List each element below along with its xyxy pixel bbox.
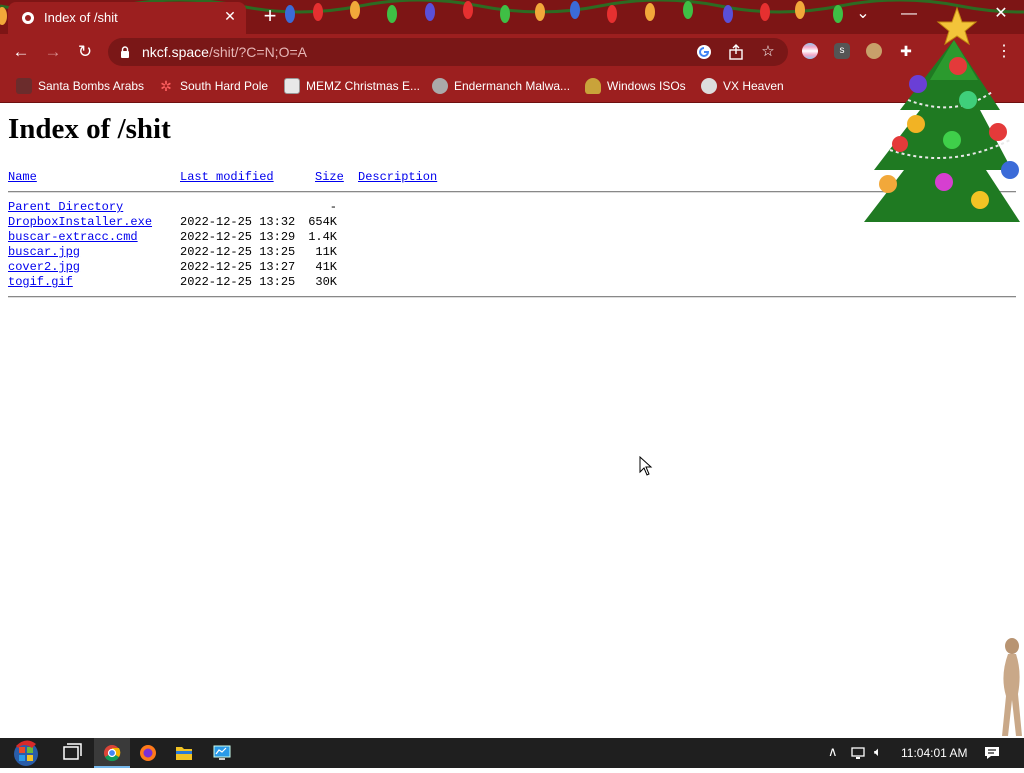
file-link[interactable]: DropboxInstaller.exe (8, 215, 152, 229)
close-icon[interactable]: ✕ (222, 8, 238, 24)
file-modified: 2022-12-25 13:25 (180, 275, 296, 289)
file-size: 1.4K (308, 230, 337, 244)
file-link[interactable]: cover2.jpg (8, 260, 80, 274)
bookmark-label: Santa Bombs Arabs (38, 79, 145, 93)
network-icon[interactable] (850, 745, 868, 761)
address-bar[interactable]: nkcf.space/shit/?C=N;O=A ☆ (108, 38, 788, 66)
parent-directory-link[interactable]: Parent Directory (8, 200, 123, 214)
file-size: 11K (315, 245, 337, 259)
bookmark-star-icon[interactable]: ☆ (760, 44, 776, 60)
volume-icon[interactable]: 🔈︎ (874, 744, 882, 760)
mouse-cursor-icon (639, 456, 653, 476)
column-size-header[interactable]: Size (315, 170, 344, 184)
share-icon[interactable] (728, 44, 744, 60)
file-modified: 2022-12-25 13:25 (180, 245, 296, 259)
file-link[interactable]: togif.gif (8, 275, 73, 289)
notifications-icon[interactable] (983, 745, 1001, 761)
snowflake-icon: ✲ (160, 78, 172, 94)
bookmark-endermanch[interactable]: Endermanch Malwa... (432, 76, 570, 96)
santa-icon (16, 78, 32, 94)
vx-icon (701, 78, 717, 94)
file-link[interactable]: buscar.jpg (8, 245, 80, 259)
chrome-icon[interactable] (94, 738, 130, 768)
bookmark-label: VX Heaven (723, 79, 784, 93)
file-link[interactable]: buscar-extracc.cmd (8, 230, 138, 244)
file-size: 654K (308, 215, 337, 229)
bookmark-label: South Hard Pole (180, 79, 269, 93)
column-modified-header[interactable]: Last modified (180, 170, 274, 184)
s-extension-icon[interactable]: s (834, 43, 850, 59)
windows-start-icon[interactable] (8, 738, 44, 768)
flag-extension-icon[interactable] (802, 43, 818, 59)
file-modified: 2022-12-25 13:32 (180, 215, 296, 229)
firefox-icon[interactable] (130, 738, 166, 768)
column-description-header[interactable]: Description (358, 170, 437, 184)
christmas-tree-decoration (864, 6, 1020, 222)
buddha-icon (585, 78, 601, 94)
url-host: nkcf.space (142, 44, 209, 60)
google-icon[interactable] (696, 44, 712, 60)
file-explorer-icon[interactable] (166, 738, 202, 768)
file-size: 30K (315, 275, 337, 289)
forward-button[interactable]: → (42, 41, 64, 63)
monitor-app-icon[interactable] (204, 738, 240, 768)
file-modified: 2022-12-25 13:27 (180, 260, 296, 274)
tab-title: Index of /shit (44, 10, 118, 25)
bookmark-vx-heaven[interactable]: VX Heaven (701, 76, 784, 96)
footer-divider (8, 296, 1016, 298)
raccoon-icon (432, 78, 448, 94)
url-text: nkcf.space/shit/?C=N;O=A (142, 44, 307, 60)
windows-taskbar: ∧ 🔈︎ 11:04:01 AM (0, 738, 1024, 768)
globe-icon (22, 12, 34, 24)
back-button[interactable]: ← (10, 41, 32, 63)
bookmark-label: MEMZ Christmas E... (306, 79, 421, 93)
page-title: Index of /shit (8, 113, 171, 145)
bookmark-south-hard-pole[interactable]: ✲ South Hard Pole (158, 76, 268, 96)
bookmark-label: Endermanch Malwa... (454, 79, 571, 93)
file-size: 41K (315, 260, 337, 274)
column-name-header[interactable]: Name (8, 170, 37, 184)
task-view-icon[interactable] (54, 738, 90, 768)
lock-icon (121, 46, 129, 58)
parent-size: - (329, 200, 337, 214)
bookmark-windows-isos[interactable]: Windows ISOs (585, 76, 686, 96)
dancing-figure-decoration (1002, 638, 1022, 736)
memz-icon (284, 78, 300, 94)
clock[interactable]: 11:04:01 AM (901, 746, 968, 760)
bookmark-label: Windows ISOs (607, 79, 686, 93)
new-tab-button[interactable]: + (258, 5, 282, 29)
bookmark-santa-bombs-arabs[interactable]: Santa Bombs Arabs (16, 76, 144, 96)
show-hidden-icons-button[interactable]: ∧ (828, 744, 838, 760)
url-path: /shit/?C=N;O=A (208, 44, 307, 60)
active-tab[interactable]: Index of /shit ✕ (8, 2, 246, 34)
reload-button[interactable]: ↻ (74, 41, 96, 63)
bookmark-memz-christmas[interactable]: MEMZ Christmas E... (284, 76, 420, 96)
file-modified: 2022-12-25 13:29 (180, 230, 296, 244)
